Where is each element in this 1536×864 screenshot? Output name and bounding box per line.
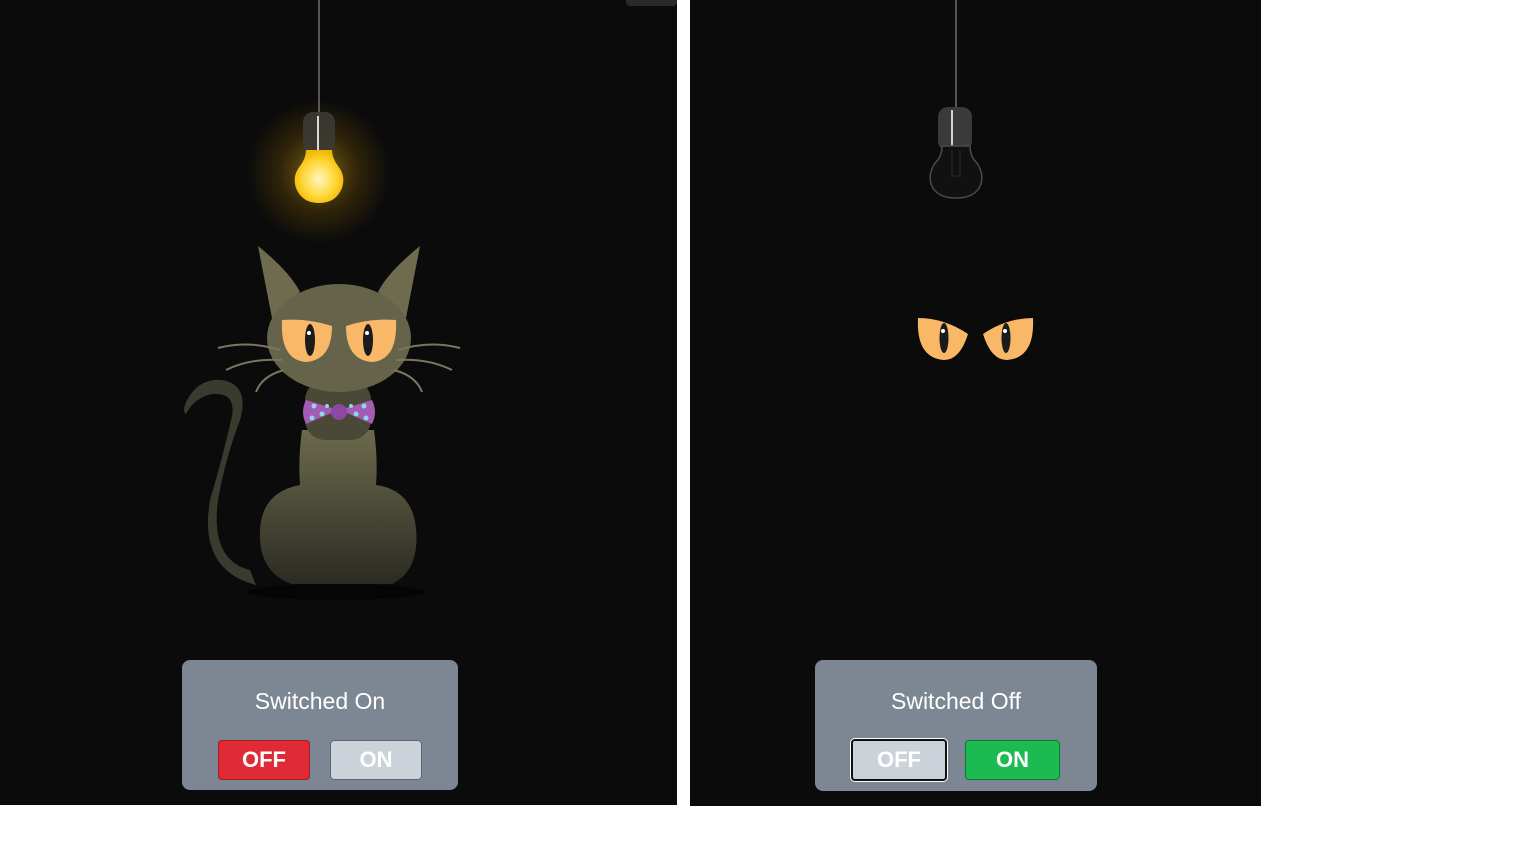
lightbulb-off-icon [929,145,983,199]
switch-control-panel: Switched On OFF ON [182,660,458,790]
cat-shadow [246,584,426,600]
scene-panel-on: Switched On OFF ON [0,0,677,805]
bulb-socket [938,107,972,151]
switch-control-panel: Switched Off OFF ON [815,660,1097,791]
status-text: Switched On [254,688,386,714]
off-button[interactable]: OFF [851,739,947,781]
cat-body [259,430,417,584]
on-button[interactable]: ON [330,740,422,780]
cat-tail [184,379,256,585]
status-text: Switched Off [891,688,1021,714]
cat [184,246,461,585]
cat-eyes [917,318,1034,360]
off-button[interactable]: OFF [218,740,310,780]
scene-panel-off: Switched Off OFF ON [690,0,1261,806]
on-button[interactable]: ON [965,740,1060,780]
